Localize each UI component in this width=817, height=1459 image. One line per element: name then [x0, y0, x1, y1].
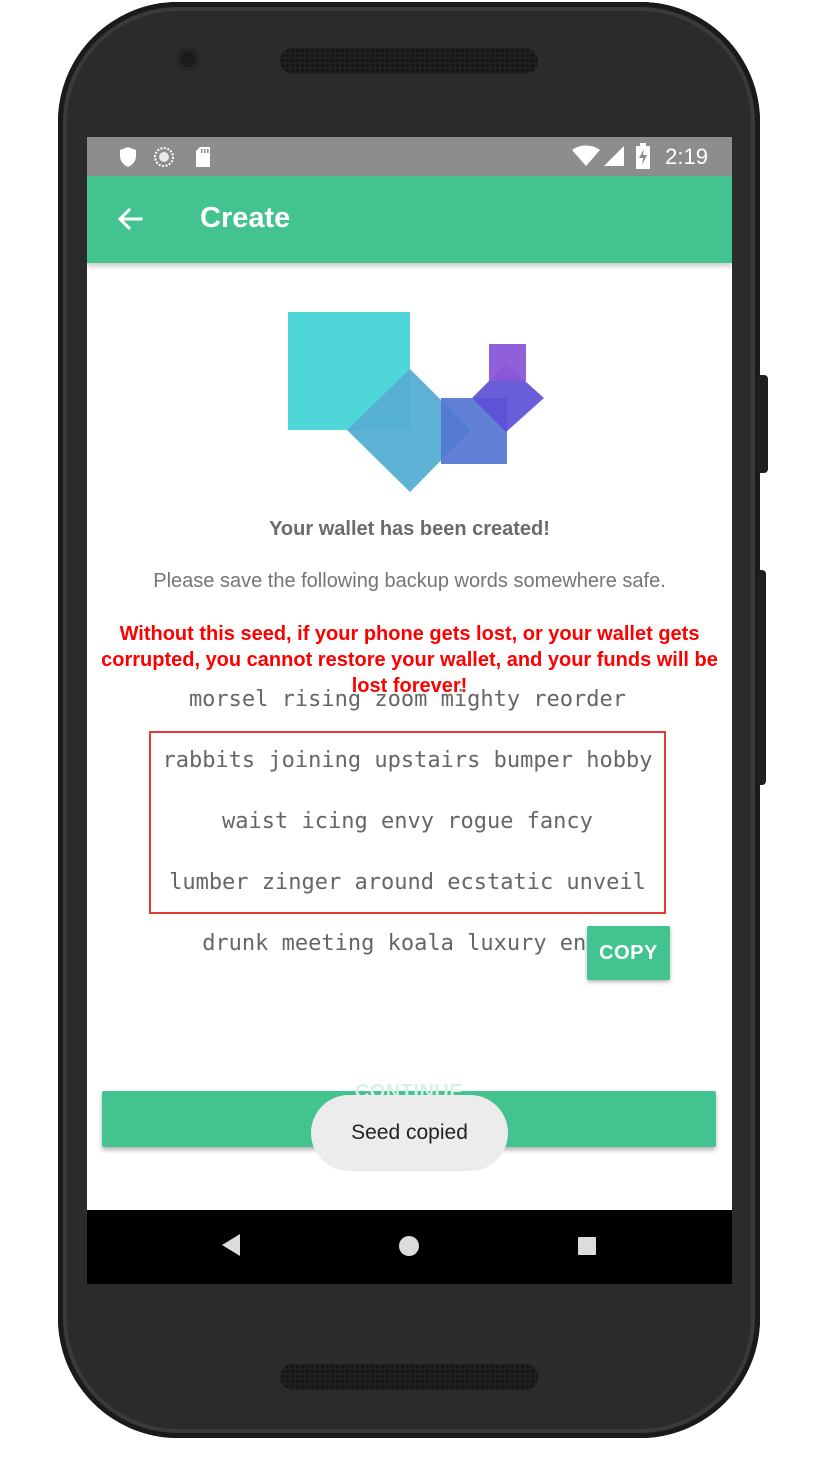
wallet-logo-graphic [288, 312, 544, 492]
app-bar: Create [87, 176, 732, 263]
arrow-back-icon[interactable] [115, 204, 145, 234]
sync-circle-icon [154, 147, 174, 167]
copy-button[interactable]: COPY [587, 926, 670, 980]
status-clock: 2:19 [665, 144, 708, 169]
seed-phrase-box: morsel rising zoom mighty reorder rabbit… [149, 687, 666, 956]
back-triangle-icon[interactable] [220, 1232, 242, 1258]
save-instruction: Please save the following backup words s… [153, 570, 666, 592]
power-button [758, 375, 768, 473]
seed-line: drunk meeting koala luxury envy [202, 931, 613, 957]
shield-icon [120, 147, 136, 167]
seed-phrase-text: morsel rising zoom mighty reorder rabbit… [162, 655, 652, 991]
seed-line: rabbits joining upstairs bumper hobby [162, 748, 653, 774]
sd-card-icon [196, 147, 210, 167]
cell-signal-icon [604, 146, 624, 166]
front-camera [176, 47, 200, 71]
seed-line: morsel rising zoom mighty reorder [188, 687, 627, 713]
bottom-speaker [280, 1364, 538, 1390]
volume-button [758, 570, 766, 785]
wifi-icon [572, 145, 600, 166]
page-title: Create [200, 202, 291, 234]
toast-message: Seed copied [311, 1095, 508, 1171]
recents-square-icon[interactable] [577, 1236, 597, 1256]
screen: 2:19 Create Your wallet has been created… [87, 137, 732, 1284]
top-speaker [280, 48, 538, 74]
status-bar: 2:19 [87, 137, 732, 176]
seed-line: lumber zinger around ecstatic unveil [169, 870, 646, 896]
battery-charging-icon [636, 143, 650, 169]
navigation-bar [87, 1210, 732, 1284]
home-circle-icon[interactable] [398, 1235, 420, 1257]
created-title: Your wallet has been created! [269, 518, 550, 540]
seed-line: waist icing envy rogue fancy [222, 809, 593, 835]
